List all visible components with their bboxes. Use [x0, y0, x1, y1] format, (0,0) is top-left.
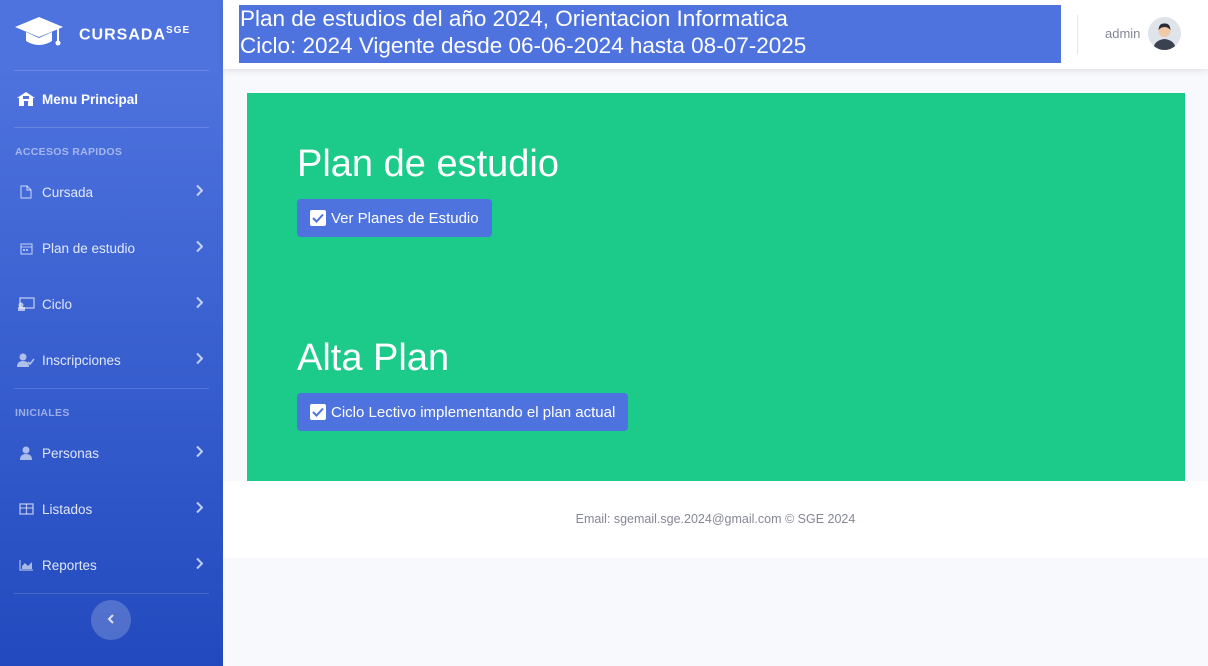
chevron-left-icon [107, 611, 115, 629]
file-icon [16, 185, 36, 199]
sidebar-item-label: Menu Principal [42, 91, 139, 107]
avatar[interactable] [1148, 17, 1181, 50]
sidebar-item-label: Personas [42, 445, 100, 461]
user-name[interactable]: admin [1105, 26, 1140, 41]
sidebar-item-personas[interactable]: Personas [0, 425, 223, 481]
user-tie-icon [16, 446, 36, 460]
page-title-line1: Plan de estudios del año 2024, Orientaci… [240, 6, 788, 31]
sidebar-heading-quick: ACCESOS RAPIDOS [15, 146, 123, 158]
calendar-icon [16, 241, 36, 255]
footer: Email: sgemail.sge.2024@gmail.com © SGE … [223, 481, 1208, 558]
chevron-right-icon [195, 184, 204, 200]
sidebar-item-reportes[interactable]: Reportes [0, 537, 223, 593]
sidebar: CURSADASGE Menu Principal ACCESOS RAPIDO… [0, 0, 223, 666]
ciclo-lectivo-button[interactable]: Ciclo Lectivo implementando el plan actu… [297, 393, 629, 431]
chevron-right-icon [195, 240, 204, 256]
sidebar-item-label: Plan de estudio [42, 240, 136, 256]
footer-text: Email: sgemail.sge.2024@gmail.com © SGE … [575, 512, 856, 526]
check-square-icon [310, 210, 326, 226]
sidebar-item-plan-de-estudio[interactable]: Plan de estudio [0, 220, 223, 276]
section-title-alta: Alta Plan [297, 337, 450, 379]
button-label: Ver Planes de Estudio [331, 209, 479, 227]
table-icon [16, 502, 36, 516]
chalkboard-icon [16, 297, 36, 311]
chevron-right-icon [195, 557, 204, 573]
brand-name: CURSADASGE [79, 25, 191, 44]
page-title-line2: Ciclo: 2024 Vigente desde 06-06-2024 has… [240, 33, 807, 58]
check-square-icon [310, 404, 326, 420]
sidebar-item-ciclo[interactable]: Ciclo [0, 276, 223, 332]
chevron-right-icon [195, 352, 204, 368]
topbar: Plan de estudios del año 2024, Orientaci… [223, 0, 1208, 69]
button-label: Ciclo Lectivo implementando el plan actu… [331, 403, 616, 421]
sidebar-item-label: Cursada [42, 184, 94, 200]
graduation-cap-icon [14, 13, 64, 58]
sidebar-item-inscripciones[interactable]: Inscripciones [0, 332, 223, 388]
section-title-plan: Plan de estudio [297, 143, 559, 185]
sidebar-item-listados[interactable]: Listados [0, 481, 223, 537]
sidebar-toggle-button[interactable] [91, 600, 131, 640]
home-icon [16, 92, 36, 106]
page-title: Plan de estudios del año 2024, Orientaci… [239, 5, 1061, 63]
divider [14, 593, 209, 594]
chevron-right-icon [195, 501, 204, 517]
content-card: Plan de estudio Ver Planes de Estudio Al… [247, 93, 1185, 481]
sidebar-heading-initial: INICIALES [15, 407, 70, 419]
chevron-right-icon [195, 296, 204, 312]
brand[interactable]: CURSADASGE [0, 0, 223, 70]
sidebar-item-menu-principal[interactable]: Menu Principal [0, 71, 223, 127]
sidebar-item-label: Ciclo [42, 296, 73, 312]
chart-area-icon [16, 558, 36, 572]
brand-sup: SGE [166, 25, 191, 37]
sidebar-item-cursada[interactable]: Cursada [0, 164, 223, 220]
topbar-divider [1077, 15, 1078, 54]
sidebar-item-label: Listados [42, 501, 93, 517]
chevron-right-icon [195, 445, 204, 461]
user-check-icon [16, 353, 36, 367]
sidebar-item-label: Reportes [42, 557, 97, 573]
sidebar-item-label: Inscripciones [42, 352, 121, 368]
ver-planes-button[interactable]: Ver Planes de Estudio [297, 199, 492, 237]
